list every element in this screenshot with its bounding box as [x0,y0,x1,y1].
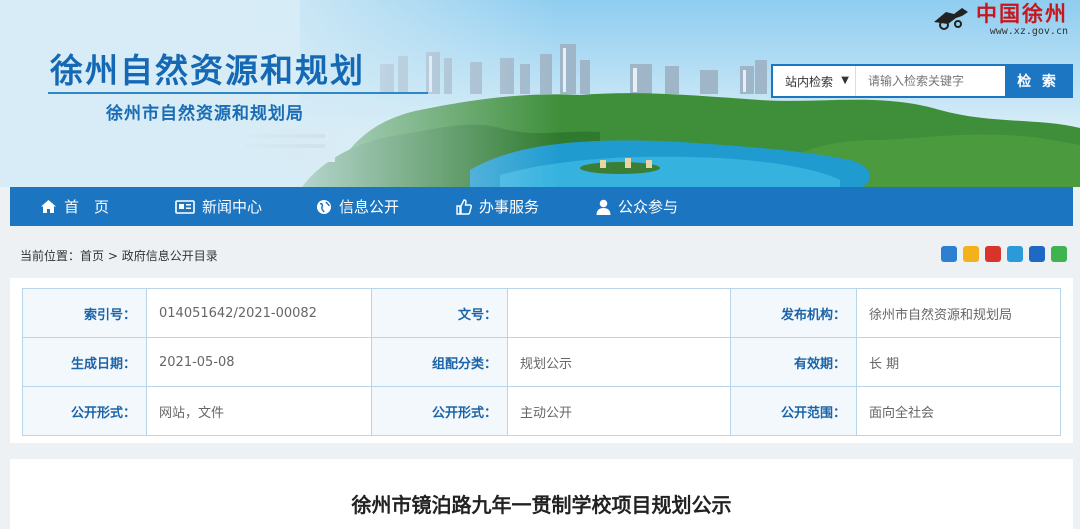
site-title: 徐州自然资源和规划 [50,51,365,90]
created-date-label: 生成日期： [22,337,147,387]
article-container: 徐州市镜泊路九年一贯制学校项目规划公示 [10,459,1073,529]
nav-item-news[interactable]: 新闻中心 [175,187,262,226]
nav-item-public-participation[interactable]: 公众参与 [596,187,678,226]
publisher-label: 发布机构： [730,288,857,338]
breadcrumb-bar: 当前位置：首页 > 政府信息公开目录 [10,226,1073,278]
breadcrumb-separator: > [107,249,118,263]
table-row: 生成日期： 2021-05-08 组配分类： 规划公示 有效期： 长 期 [22,337,1061,387]
info-metadata-table: 索引号： 014051642/2021-00082 文号： 发布机构： 徐州市自… [22,288,1061,436]
index-number-label: 索引号： [22,288,147,338]
search-scope-label: 站内检索 [785,74,834,89]
validity-label: 有效期： [730,337,857,387]
logo-url: www.xz.gov.cn [989,26,1068,37]
publisher-value: 徐州市自然资源和规划局 [856,288,1061,338]
info-metadata-panel: 索引号： 014051642/2021-00082 文号： 发布机构： 徐州市自… [10,278,1073,443]
validity-value: 长 期 [856,337,1061,387]
disclosure-form-label: 公开形式： [22,386,147,436]
disclosure-scope-label: 公开范围： [730,386,857,436]
nav-label: 公众参与 [618,198,679,216]
globe-icon [317,199,331,214]
share-qzone-icon[interactable] [963,246,979,262]
category-label: 组配分类： [371,337,508,387]
chevron-down-icon: ▼ [841,75,849,86]
share-renren-icon[interactable] [1029,246,1045,262]
chariot-logo-icon [934,8,968,30]
nav-item-info-disclosure[interactable]: 信息公开 [316,187,399,226]
disclosure-method-label: 公开形式： [371,386,508,436]
document-number-value [507,288,731,338]
site-subtitle: 徐州市自然资源和规划局 [106,104,304,124]
nav-item-home[interactable]: 首 页 [40,187,109,226]
created-date-value: 2021-05-08 [146,337,372,387]
share-wechat-icon[interactable] [1051,246,1067,262]
search-scope-select[interactable]: 站内检索 ▼ [773,66,855,96]
header-banner: 徐州自然资源和规划 徐州市自然资源和规划局 中国徐州 www.xz.gov.cn… [0,0,1080,187]
article-title: 徐州市镜泊路九年一贯制学校项目规划公示 [351,493,732,517]
share-plus-icon[interactable] [941,246,957,262]
document-number-label: 文号： [371,288,508,338]
breadcrumb: 当前位置：首页 > 政府信息公开目录 [20,247,218,264]
breadcrumb-prefix: 当前位置： [20,249,81,263]
user-icon [596,199,611,215]
thumbs-up-icon [456,198,472,215]
china-xuzhou-logo[interactable]: 中国徐州 www.xz.gov.cn [932,2,1068,38]
search-input[interactable] [855,66,1005,96]
share-weibo-icon[interactable] [985,246,1001,262]
search-button[interactable]: 检 索 [1005,66,1071,96]
share-tencent-icon[interactable] [1007,246,1023,262]
table-row: 公开形式： 网站，文件 公开形式： 主动公开 公开范围： 面向全社会 [22,386,1061,436]
nav-label: 新闻中心 [202,198,263,216]
site-search: 站内检索 ▼ 检 索 [771,64,1073,98]
index-number-value: 014051642/2021-00082 [146,288,372,338]
breadcrumb-home-link[interactable]: 首页 [80,249,104,263]
disclosure-form-value: 网站，文件 [146,386,372,436]
home-icon [41,200,56,213]
logo-text: 中国徐州 [976,1,1068,26]
category-value: 规划公示 [507,337,731,387]
newspaper-icon [175,199,195,214]
disclosure-method-value: 主动公开 [507,386,731,436]
title-divider [48,92,428,94]
nav-label: 首 页 [64,198,110,216]
disclosure-scope-value: 面向全社会 [856,386,1061,436]
table-row: 索引号： 014051642/2021-00082 文号： 发布机构： 徐州市自… [22,288,1061,338]
breadcrumb-current[interactable]: 政府信息公开目录 [122,249,218,263]
nav-item-services[interactable]: 办事服务 [456,187,539,226]
share-toolbar [941,246,1067,262]
main-nav: 首 页 新闻中心 信息公开 办事服务 公众参与 [10,187,1073,226]
nav-label: 信息公开 [339,198,400,216]
nav-label: 办事服务 [479,198,540,216]
